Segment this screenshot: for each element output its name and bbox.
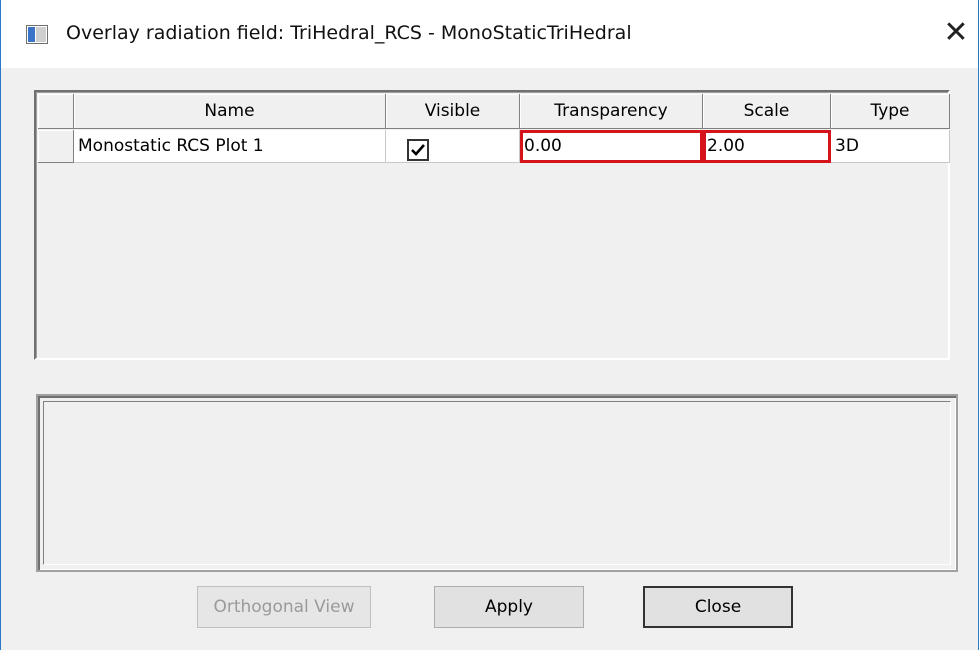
visible-checkbox[interactable] <box>407 139 429 161</box>
title-bar[interactable]: Overlay radiation field: TriHedral_RCS -… <box>1 0 978 68</box>
cell-type[interactable]: 3D <box>831 130 950 163</box>
cell-name[interactable]: Monostatic RCS Plot 1 <box>74 130 386 163</box>
row-header-1[interactable] <box>38 130 74 163</box>
close-button[interactable]: Close <box>643 586 793 628</box>
info-panel <box>36 394 958 572</box>
column-header-visible[interactable]: Visible <box>386 94 520 129</box>
column-header-name[interactable]: Name <box>74 94 386 129</box>
close-icon[interactable]: ✕ <box>941 18 971 48</box>
cell-transparency[interactable]: 0.00 <box>520 130 703 163</box>
column-header-type[interactable]: Type <box>831 94 950 129</box>
apply-button[interactable]: Apply <box>434 586 584 628</box>
column-header-transparency[interactable]: Transparency <box>520 94 703 129</box>
cell-scale[interactable]: 2.00 <box>703 130 831 163</box>
overlay-radiation-field-dialog: Overlay radiation field: TriHedral_RCS -… <box>0 0 979 650</box>
orthogonal-view-button[interactable]: Orthogonal View <box>197 586 371 628</box>
overlay-table: Name Visible Transparency Scale Type Mon… <box>34 90 950 360</box>
table-corner-header[interactable] <box>38 94 74 129</box>
column-header-scale[interactable]: Scale <box>703 94 831 129</box>
window-title: Overlay radiation field: TriHedral_RCS -… <box>66 22 632 44</box>
check-mark-icon <box>411 144 425 156</box>
app-window-icon <box>26 25 48 44</box>
